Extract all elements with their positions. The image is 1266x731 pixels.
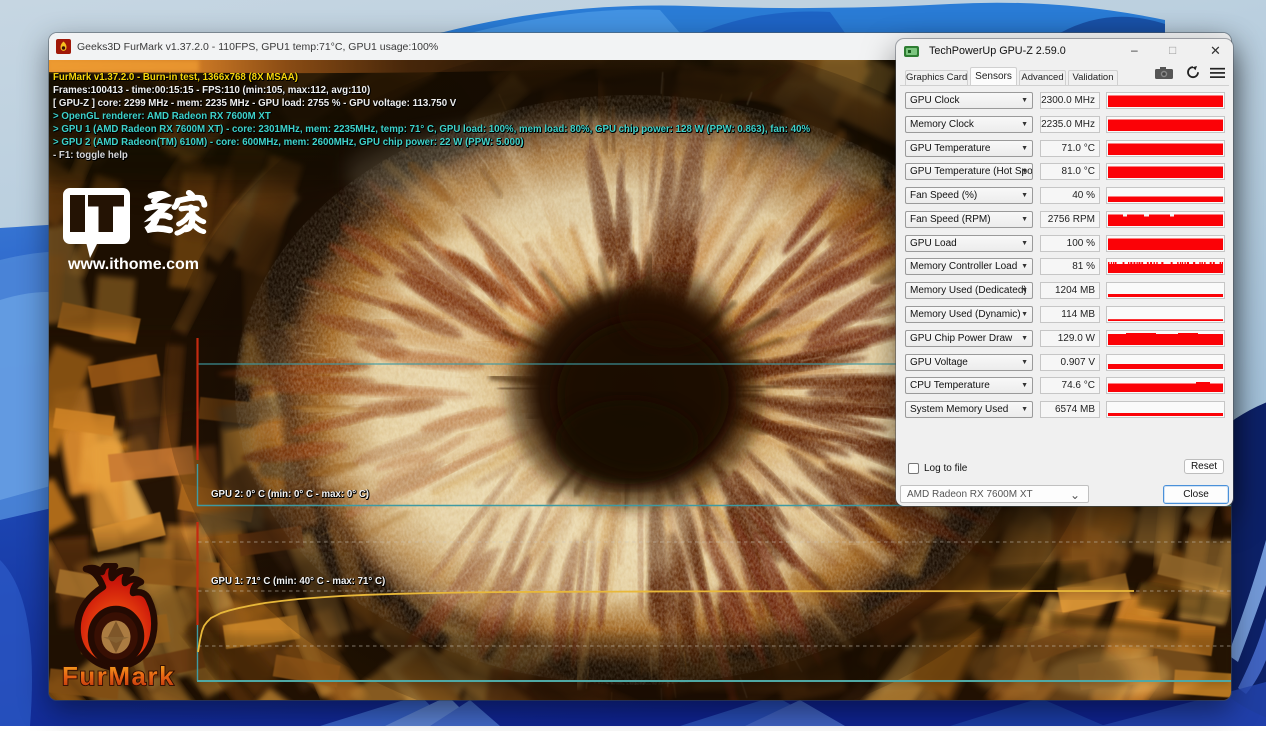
- svg-text:FurMark: FurMark: [62, 661, 175, 691]
- svg-text:www.ithome.com: www.ithome.com: [67, 256, 199, 273]
